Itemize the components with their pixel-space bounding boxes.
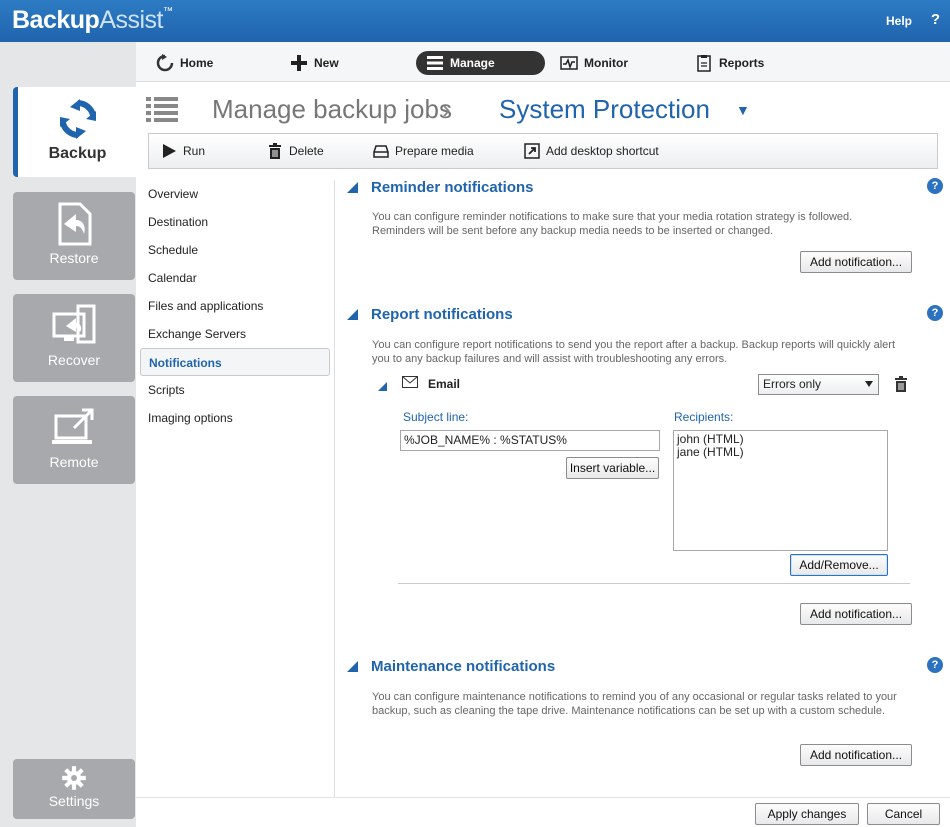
manage-button[interactable]: Manage (416, 51, 545, 75)
email-condition-select[interactable]: Errors only (758, 374, 879, 395)
clipboard-icon (697, 55, 711, 72)
remote-icon (52, 408, 94, 444)
app-logo: BackupAssist™ (12, 6, 173, 34)
cancel-button[interactable]: Cancel (867, 803, 940, 825)
job-action-bar: Run Delete Prepare media Add desktop sho… (148, 133, 938, 169)
footer-bar: Apply changes Cancel (136, 797, 950, 827)
chevron-down-icon[interactable]: ▼ (736, 102, 750, 118)
nav-backup-button[interactable]: Backup (13, 87, 137, 177)
list-item[interactable]: jane (HTML) (677, 446, 884, 459)
email-label: Email (428, 377, 461, 391)
collapse-toggle-icon[interactable] (347, 309, 358, 320)
insert-variable-button[interactable]: Insert variable... (566, 457, 659, 479)
add-desktop-shortcut-button[interactable]: Add desktop shortcut (524, 143, 659, 159)
trash-icon (269, 143, 281, 159)
list-icon (427, 56, 443, 70)
nav-label: Restore (49, 250, 99, 266)
subnav-schedule[interactable]: Schedule (140, 236, 330, 264)
apply-changes-button[interactable]: Apply changes (755, 803, 859, 825)
monitor-icon (560, 56, 578, 70)
nav-label: Settings (48, 793, 100, 809)
left-nav: Backup Restore Recover Remote Settings (0, 42, 137, 827)
recipients-list[interactable]: john (HTML) jane (HTML) (673, 430, 888, 551)
nav-label: Backup (48, 145, 107, 162)
subnav-calendar[interactable]: Calendar (140, 264, 330, 292)
nav-settings-button[interactable]: Settings (13, 759, 135, 819)
subnav-imaging-options[interactable]: Imaging options (140, 404, 330, 432)
help-icon[interactable]: ? (927, 657, 943, 673)
help-icon[interactable]: ? (931, 11, 940, 28)
recipients-label: Recipients: (674, 410, 734, 424)
subject-line-label: Subject line: (403, 410, 469, 424)
report-section-title: Report notifications (371, 306, 513, 323)
home-button[interactable]: Home (156, 51, 213, 75)
delete-button[interactable]: Delete (267, 143, 324, 159)
nav-restore-button[interactable]: Restore (13, 192, 135, 280)
report-add-notification-button[interactable]: Add notification... (800, 603, 912, 625)
envelope-icon (402, 376, 418, 388)
help-icon[interactable]: ? (927, 305, 943, 321)
divider (334, 180, 335, 800)
main-toolbar: Home New Manage Monitor Reports (136, 42, 950, 82)
refresh-icon (156, 54, 174, 72)
reminder-add-notification-button[interactable]: Add notification... (800, 251, 912, 273)
nav-recover-button[interactable]: Recover (13, 294, 135, 382)
subnav-notifications[interactable]: Notifications (140, 348, 330, 376)
nav-label: Remote (49, 454, 99, 470)
divider (398, 583, 910, 584)
shortcut-icon (524, 143, 540, 159)
subnav-files-and-applications[interactable]: Files and applications (140, 292, 330, 320)
reminder-description: You can configure reminder notifications… (372, 211, 853, 237)
subject-line-input[interactable]: %JOB_NAME% : %STATUS% (400, 430, 660, 451)
trash-icon[interactable] (894, 376, 908, 392)
nav-remote-button[interactable]: Remote (13, 396, 135, 484)
collapse-toggle-icon[interactable] (347, 182, 358, 193)
nav-label: Recover (47, 352, 101, 368)
play-icon (163, 144, 176, 158)
main-panel: Manage backup jobs › System Protection ▼… (136, 82, 950, 827)
report-description: You can configure report notifications t… (372, 339, 895, 365)
reminder-section-title: Reminder notifications (371, 179, 534, 196)
collapse-toggle-icon[interactable] (378, 382, 387, 391)
new-button[interactable]: New (290, 51, 339, 75)
help-link[interactable]: Help (886, 14, 912, 28)
maintenance-section-title: Maintenance notifications (371, 658, 556, 675)
monitor-button[interactable]: Monitor (560, 51, 628, 75)
subnav-exchange-servers[interactable]: Exchange Servers (140, 320, 330, 348)
maintenance-description: You can configure maintenance notificati… (372, 691, 897, 717)
list-icon (146, 97, 178, 122)
breadcrumb-separator: › (442, 94, 451, 124)
add-remove-recipients-button[interactable]: Add/Remove... (790, 554, 888, 576)
plus-icon (291, 55, 307, 71)
run-button[interactable]: Run (161, 144, 205, 158)
refresh-icon (59, 99, 96, 139)
subnav-scripts[interactable]: Scripts (140, 376, 330, 404)
reports-button[interactable]: Reports (695, 51, 764, 75)
subnav-overview[interactable]: Overview (140, 180, 330, 208)
gear-icon (62, 766, 86, 790)
chevron-down-icon (865, 381, 873, 387)
restore-icon (58, 202, 92, 246)
prepare-media-button[interactable]: Prepare media (373, 144, 474, 158)
collapse-toggle-icon[interactable] (347, 661, 358, 672)
recover-icon (52, 304, 96, 344)
section-nav: Overview Destination Schedule Calendar F… (140, 180, 334, 820)
help-icon[interactable]: ? (927, 178, 943, 194)
title-bar: BackupAssist™ Help ? (0, 0, 950, 42)
subnav-destination[interactable]: Destination (140, 208, 330, 236)
drive-icon (373, 145, 389, 158)
breadcrumb-current[interactable]: System Protection (499, 94, 710, 125)
breadcrumb-parent[interactable]: Manage backup jobs (212, 94, 452, 125)
maintenance-add-notification-button[interactable]: Add notification... (800, 744, 912, 766)
